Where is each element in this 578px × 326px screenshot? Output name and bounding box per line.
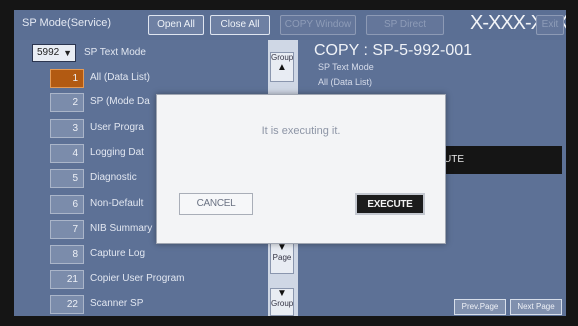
list-item[interactable]: 21 Copier User Program (50, 270, 270, 290)
item-label: Non-Default (90, 198, 144, 209)
item-number: 4 (50, 144, 84, 163)
sp-code: COPY : SP-5-992-001 (314, 42, 473, 59)
group-up-label: Group (271, 53, 294, 62)
item-number: 21 (50, 270, 84, 289)
page-down-button[interactable]: ▼ Page (270, 242, 294, 274)
item-number: 6 (50, 195, 84, 214)
item-label: All (Data List) (90, 72, 151, 83)
list-item[interactable]: 8 Capture Log (50, 245, 270, 265)
cancel-button[interactable]: CANCEL (179, 193, 253, 215)
page-down-label: Page (272, 253, 292, 262)
copy-window-button[interactable]: COPY Window (280, 15, 356, 35)
dialog-message: It is executing it. (261, 125, 341, 137)
executing-dialog: It is executing it. CANCEL EXECUTE (156, 94, 446, 244)
next-page-button[interactable]: Next Page (510, 299, 562, 315)
sp-direct-button[interactable]: SP Direct (366, 15, 444, 35)
sp-detail-mode: SP Text Mode (318, 62, 374, 72)
item-number: 22 (50, 295, 84, 314)
item-number: 2 (50, 93, 84, 112)
arrow-up-icon: ▲ (277, 62, 287, 73)
item-label: User Progra (90, 122, 144, 133)
item-number: 7 (50, 220, 84, 239)
item-label: SP (Mode Da (90, 96, 150, 107)
item-label: Diagnostic (90, 172, 137, 183)
item-label: Logging Dat (90, 147, 144, 158)
list-item[interactable]: 22 Scanner SP (50, 295, 270, 315)
execute-background-button[interactable]: UTE (440, 146, 562, 174)
list-item[interactable]: 1 All (Data List) (50, 69, 270, 89)
execute-button[interactable]: EXECUTE (355, 193, 425, 215)
prev-page-button[interactable]: Prev.Page (454, 299, 506, 315)
arrow-down-icon: ▼ (277, 242, 287, 253)
mode-title: SP Mode(Service) (22, 17, 112, 29)
sp-group-title: SP Text Mode (84, 47, 146, 58)
header-bar: SP Mode(Service) Open All Close All COPY… (14, 10, 566, 40)
group-up-button[interactable]: Group ▲ (270, 52, 294, 82)
item-label: Capture Log (90, 248, 146, 259)
sp-group-value: 5992 (37, 47, 60, 58)
touch-screen: SP Mode(Service) Open All Close All COPY… (14, 10, 566, 316)
sp-detail-item: All (Data List) (318, 77, 373, 87)
group-down-button[interactable]: ▼ Group (270, 288, 294, 316)
open-all-button[interactable]: Open All (148, 15, 204, 35)
item-number: 3 (50, 119, 84, 138)
sp-group-select[interactable]: 5992 ▼ (32, 44, 76, 62)
close-all-button[interactable]: Close All (210, 15, 270, 35)
device-bezel: SP Mode(Service) Open All Close All COPY… (0, 0, 578, 326)
item-label: Copier User Program (90, 273, 185, 284)
item-label: NIB Summary (90, 223, 153, 234)
exit-button[interactable]: Exit (536, 15, 564, 35)
item-number: 1 (50, 69, 84, 88)
chevron-down-icon: ▼ (63, 48, 72, 58)
arrow-down-icon: ▼ (277, 288, 287, 299)
item-label: Scanner SP (90, 298, 144, 309)
group-down-label: Group (271, 299, 294, 308)
item-number: 5 (50, 169, 84, 188)
item-number: 8 (50, 245, 84, 264)
